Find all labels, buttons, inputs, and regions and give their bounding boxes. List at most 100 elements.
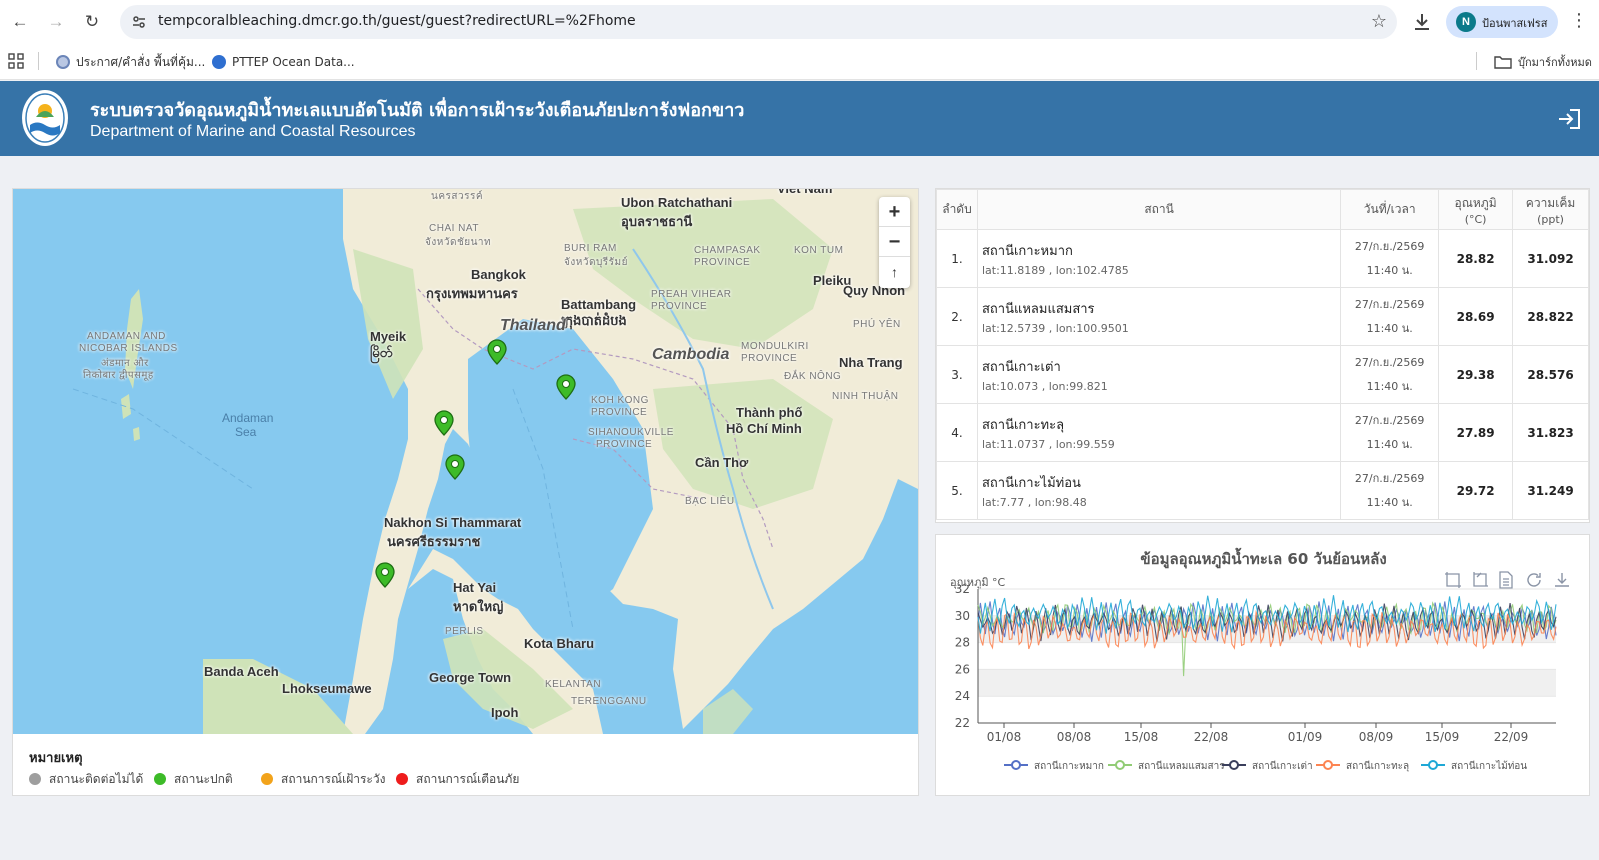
- row-station: สถานีเกาะหมาก lat:11.8189 , lon:102.4785: [976, 229, 1342, 288]
- map-place-label: NICOBAR ISLANDS: [79, 343, 178, 354]
- legend-label: สถานะปกติ: [174, 771, 233, 786]
- legend-item-normal: สถานะปกติ: [154, 771, 233, 787]
- map-place-label: SIHANOUKVILLE: [588, 427, 674, 438]
- more-menu-icon[interactable]: ⋮: [1570, 10, 1588, 34]
- map-place-label: TERENGGANU: [571, 696, 647, 707]
- station-marker-icon[interactable]: [445, 454, 465, 480]
- legend-dot-red: [396, 773, 408, 785]
- map-place-label: หาดใหญ่: [453, 599, 504, 614]
- map-place-label: KOH KONG: [591, 395, 649, 406]
- bookmark-item[interactable]: PTTEP Ocean Data...: [212, 52, 355, 72]
- chart-y-tick-label: 26: [955, 662, 970, 676]
- address-bar[interactable]: tempcoralbleaching.dmcr.go.th/guest/gues…: [120, 5, 1397, 39]
- forward-icon[interactable]: →: [44, 10, 68, 34]
- chart-legend-marker: [1323, 760, 1333, 770]
- row-date: 27/ก.ย./2569: [1354, 413, 1425, 427]
- table-row[interactable]: 5. สถานีเกาะไม้ท่อน lat:7.77 , lon:98.48 27…: [936, 461, 1589, 520]
- chart-y-tick-label: 28: [955, 636, 970, 650]
- row-order: 5.: [936, 461, 978, 520]
- map-place-label: ĐẮK NÔNG: [784, 371, 842, 382]
- map-place-label: निकोबार द्वीपसमूह: [83, 370, 154, 381]
- all-bookmarks-folder[interactable]: บุ๊กมาร์กทั้งหมด: [1494, 52, 1592, 72]
- col-sal-line2: (ppt): [1537, 212, 1564, 226]
- col-station: สถานี: [976, 189, 1342, 230]
- map-place-label: PREAH VIHEAR: [651, 289, 732, 300]
- station-name: สถานีเกาะไม้ท่อน: [981, 476, 1081, 491]
- chart-x-tick-label: 01/09: [1288, 730, 1323, 744]
- table-row[interactable]: 4. สถานีเกาะทะลุ lat:11.0737 , lon:99.559 2…: [936, 403, 1589, 462]
- dmcr-logo: [20, 87, 70, 149]
- bookmark-label: PTTEP Ocean Data...: [232, 55, 355, 69]
- site-info-icon[interactable]: [130, 13, 148, 31]
- station-name: สถานีแหลมแสมสาร: [981, 302, 1095, 317]
- bookmark-star-icon[interactable]: ☆: [1371, 11, 1387, 32]
- profile-name: ป้อนพาสเฟรส: [1482, 17, 1548, 30]
- zoom-in-button[interactable]: +: [879, 197, 910, 227]
- row-time: 11:40 น.: [1366, 321, 1413, 335]
- station-coordinates: lat:11.8189 , lon:102.4785: [981, 264, 1129, 277]
- back-icon[interactable]: ←: [8, 10, 32, 34]
- table-row[interactable]: 1. สถานีเกาะหมาก lat:11.8189 , lon:102.478…: [936, 229, 1589, 288]
- row-datetime: 27/ก.ย./2569 11:40 น.: [1340, 287, 1440, 346]
- chart-legend-label: สถานีเกาะไม้ท่อน: [1451, 760, 1527, 772]
- map-place-label: MONDULKIRI: [741, 341, 809, 352]
- reset-north-button[interactable]: ↑: [879, 257, 910, 287]
- map-place-label: PROVINCE: [694, 257, 751, 268]
- app-header: ระบบตรวจวัดอุณหภูมิน้ำทะเลแบบอัตโนมัติ เ…: [0, 81, 1599, 156]
- map-place-label: PROVINCE: [741, 353, 798, 364]
- map-place-label: BURI RAM: [564, 243, 617, 254]
- bookmark-separator: [1476, 52, 1477, 70]
- url-text[interactable]: tempcoralbleaching.dmcr.go.th/guest/gues…: [158, 13, 636, 29]
- station-coordinates: lat:7.77 , lon:98.48: [981, 496, 1087, 509]
- row-temperature: 29.72: [1438, 461, 1514, 520]
- chart-legend-label: สถานีเกาะทะลุ: [1346, 760, 1409, 772]
- row-station: สถานีเกาะทะลุ lat:11.0737 , lon:99.559: [976, 403, 1342, 462]
- station-marker-icon[interactable]: [375, 562, 395, 588]
- logout-icon[interactable]: [1556, 107, 1582, 131]
- map-place-label: Hồ Chí Minh: [726, 421, 802, 436]
- row-datetime: 27/ก.ย./2569 11:40 น.: [1340, 403, 1440, 462]
- chart-x-tick-label: 15/09: [1425, 730, 1460, 744]
- row-date: 27/ก.ย./2569: [1354, 355, 1425, 369]
- col-datetime: วันที่/เวลา: [1340, 189, 1440, 230]
- page-title-en: Department of Marine and Coastal Resourc…: [90, 123, 416, 140]
- avatar: N: [1456, 12, 1476, 32]
- reload-icon[interactable]: ↻: [80, 10, 104, 34]
- row-salinity: 31.823: [1512, 403, 1589, 462]
- profile-button[interactable]: N ป้อนพาสเฟรส: [1446, 6, 1558, 38]
- legend-item-watch: สถานการณ์เฝ้าระวัง: [261, 771, 385, 787]
- zoom-out-button[interactable]: −: [879, 227, 910, 257]
- row-temperature: 27.89: [1438, 403, 1514, 462]
- station-marker-icon[interactable]: [487, 339, 507, 365]
- table-row[interactable]: 3. สถานีเกาะเต่า lat:10.073 , lon:99.821 27…: [936, 345, 1589, 404]
- zoom-controls: + − ↑: [879, 197, 910, 288]
- map-place-label: မြိတ်: [370, 345, 393, 360]
- chart-legend-label: สถานีแหลมแสมสาร: [1138, 760, 1225, 772]
- chart-y-tick-label: 32: [955, 585, 970, 596]
- map-basemap: [13, 189, 918, 734]
- row-order: 4.: [936, 403, 978, 462]
- map-place-label: PROVINCE: [651, 301, 708, 312]
- apps-grid-icon[interactable]: [8, 53, 24, 69]
- station-coordinates: lat:12.5739 , lon:100.9501: [981, 322, 1129, 335]
- legend-dot-orange: [261, 773, 273, 785]
- row-date: 27/ก.ย./2569: [1354, 239, 1425, 253]
- col-order: ลำดับ: [936, 189, 978, 230]
- row-date: 27/ก.ย./2569: [1354, 471, 1425, 485]
- chart-title: ข้อมูลอุณหภูมิน้ำทะเล 60 วันย้อนหลัง: [1140, 550, 1387, 568]
- map-place-label: Ubon Ratchathani: [621, 195, 733, 210]
- station-map[interactable]: นครสวรรค์ Ubon Ratchathani อุบลราชธานี Viet…: [13, 189, 918, 734]
- legend-item-alert: สถานการณ์เตือนภัย: [396, 771, 519, 787]
- station-table: ลำดับ สถานี วันที่/เวลา อุณหภูมิ (°C) คว…: [936, 189, 1589, 520]
- temperature-line-chart[interactable]: 22 24 26 28 30 32 01/08 08/08 15/08 22/08 01/09 08/…: [936, 585, 1591, 795]
- station-marker-icon[interactable]: [556, 374, 576, 400]
- bookmarks-bar: ประกาศ/คำสั่ง พื้นที่คุ้ม... PTTEP Ocean…: [0, 44, 1599, 80]
- bookmark-item[interactable]: ประกาศ/คำสั่ง พื้นที่คุ้ม...: [56, 52, 205, 72]
- map-legend: หมายเหตุ สถานะติดต่อไม่ได้ สถานะปกติ สถา…: [29, 747, 909, 791]
- chart-x-tick-label: 01/08: [987, 730, 1022, 744]
- download-icon[interactable]: [1410, 10, 1434, 34]
- map-place-label: อุบลราชธานี: [621, 214, 693, 229]
- table-row[interactable]: 2. สถานีแหลมแสมสาร lat:12.5739 , lon:100.9…: [936, 287, 1589, 346]
- temperature-chart-panel: ข้อมูลอุณหภูมิน้ำทะเล 60 วันย้อนหลัง อุณ…: [935, 534, 1590, 796]
- station-marker-icon[interactable]: [434, 410, 454, 436]
